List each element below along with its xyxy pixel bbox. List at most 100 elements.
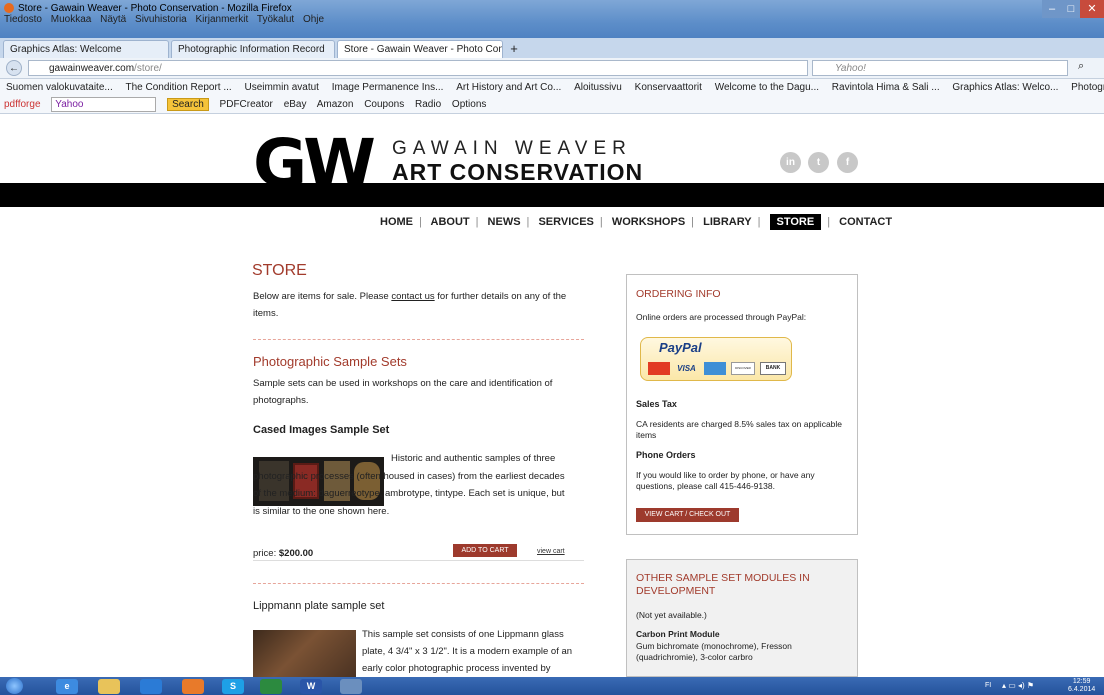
- twitter-icon[interactable]: t: [808, 152, 829, 173]
- new-tab-button[interactable]: +: [507, 41, 521, 56]
- paypal-badge[interactable]: PayPal VISA DISCOVER BANK: [640, 337, 792, 381]
- intro-text: Below are items for sale. Please contact…: [253, 291, 567, 319]
- nav-news[interactable]: NEWS: [488, 216, 521, 228]
- sales-tax-text: CA residents are charged 8.5% sales tax …: [636, 419, 843, 440]
- bookmark-item[interactable]: Graphics Atlas: Welco...: [952, 82, 1058, 93]
- clock-date: 6.4.2014: [1068, 686, 1096, 693]
- search-engine-label: Yahoo!: [835, 63, 866, 74]
- bookmark-item[interactable]: Art History and Art Co...: [456, 82, 561, 93]
- tab-store[interactable]: Store - Gawain Weaver - Photo Conse...: [337, 40, 503, 58]
- nav-services[interactable]: SERVICES: [538, 216, 593, 228]
- menu-item-edit[interactable]: Muokkaa: [51, 14, 92, 25]
- section-text: Sample sets can be used in workshops on …: [253, 378, 553, 406]
- view-cart-checkout-button[interactable]: VIEW CART / CHECK OUT: [636, 508, 739, 522]
- panel-note: (Not yet available.): [636, 610, 707, 620]
- menu-item-help[interactable]: Ohje: [303, 14, 324, 25]
- system-tray-icons[interactable]: ▴ ▭ ◂) ⚑: [1002, 681, 1034, 690]
- clock-time: 12:59: [1072, 678, 1091, 685]
- menu-item-history[interactable]: Sivuhistoria: [135, 14, 187, 25]
- tab-photographic-record[interactable]: Photographic Information Record: [171, 40, 335, 58]
- toolbar-item[interactable]: Coupons: [364, 99, 404, 110]
- window-title: Store - Gawain Weaver - Photo Conservati…: [18, 3, 292, 14]
- skype-icon[interactable]: S: [222, 679, 244, 694]
- panel-text: Online orders are processed through PayP…: [636, 312, 807, 322]
- site-navigation: HOME | ABOUT | NEWS | SERVICES | WORKSHOPS | …: [380, 214, 893, 230]
- back-button[interactable]: ←: [6, 60, 22, 76]
- pdfforge-logo: pdfforge: [4, 99, 41, 110]
- toolbar-item[interactable]: Radio: [415, 99, 441, 110]
- section-heading: Photographic Sample Sets: [253, 354, 407, 369]
- menu-bar: Tiedosto Muokkaa Näytä Sivuhistoria Kirj…: [4, 14, 404, 26]
- facebook-icon[interactable]: f: [837, 152, 858, 173]
- search-input[interactable]: Yahoo!: [812, 60, 1068, 76]
- bank-icon: BANK: [760, 362, 786, 375]
- logo-subtitle: ART CONSERVATION: [392, 159, 644, 185]
- snipping-tool-icon[interactable]: [340, 679, 362, 694]
- tab-label: Store - Gawain Weaver - Photo Conse...: [344, 44, 502, 55]
- firefox-icon: [4, 3, 14, 13]
- bookmark-item[interactable]: Useimmin avatut: [244, 82, 318, 93]
- item-description: Historic and authentic samples of three …: [253, 453, 565, 517]
- tab-label: Graphics Atlas: Welcome: [10, 44, 122, 55]
- bookmark-item[interactable]: Welcome to the Dagu...: [715, 82, 819, 93]
- excel-icon[interactable]: [260, 679, 282, 694]
- toolbar-item[interactable]: Options: [452, 99, 486, 110]
- item-title: Cased Images Sample Set: [253, 424, 390, 436]
- module-text: Gum bichromate (monochrome), Fresson (qu…: [636, 641, 792, 662]
- close-button[interactable]: ✕: [1080, 0, 1104, 18]
- menu-item-view[interactable]: Näytä: [100, 14, 126, 25]
- firefox-taskbar-icon[interactable]: [182, 679, 204, 694]
- nav-workshops[interactable]: WORKSHOPS: [612, 216, 685, 228]
- nav-home[interactable]: HOME: [380, 216, 413, 228]
- bookmark-item[interactable]: The Condition Report ...: [126, 82, 232, 93]
- yahoo-search-field[interactable]: Yahoo: [51, 96, 157, 112]
- bookmark-item[interactable]: Konservaattorit: [635, 82, 702, 93]
- phone-orders-text: If you would like to order by phone, or …: [636, 470, 815, 491]
- menu-item-tools[interactable]: Työkalut: [257, 14, 294, 25]
- minimize-button[interactable]: –: [1042, 0, 1062, 18]
- media-player-icon[interactable]: [140, 679, 162, 694]
- panel-heading: ORDERING INFO: [636, 288, 721, 300]
- url-bar[interactable]: gawainweaver.com/store/: [28, 60, 808, 76]
- divider: [253, 583, 584, 584]
- bookmark-item[interactable]: Image Permanence Ins...: [332, 82, 444, 93]
- menu-item-file[interactable]: Tiedosto: [4, 14, 42, 25]
- word-icon[interactable]: W: [300, 679, 322, 694]
- toolbar-item[interactable]: eBay: [284, 99, 307, 110]
- contact-link[interactable]: contact us: [391, 291, 434, 302]
- paypal-logo: PayPal: [659, 340, 702, 355]
- file-explorer-icon[interactable]: [98, 679, 120, 694]
- bookmark-item[interactable]: Suomen valokuvataite...: [6, 82, 113, 93]
- menu-item-bookmarks[interactable]: Kirjanmerkit: [196, 14, 249, 25]
- start-icon[interactable]: [6, 678, 23, 694]
- panel-heading: OTHER SAMPLE SET MODULES IN DEVELOPMENT: [636, 572, 810, 597]
- nav-store[interactable]: STORE: [769, 214, 822, 230]
- toolbar-item[interactable]: PDFCreator: [220, 99, 273, 110]
- url-host: gawainweaver.com: [49, 63, 135, 74]
- mastercard-icon: [648, 362, 670, 375]
- search-icon[interactable]: ⌕: [1078, 60, 1084, 73]
- nav-contact[interactable]: CONTACT: [839, 216, 892, 228]
- maximize-button[interactable]: □: [1062, 0, 1080, 18]
- linkedin-icon[interactable]: in: [780, 152, 801, 173]
- toolbar-search-button[interactable]: Search: [167, 98, 209, 111]
- toolbar-item[interactable]: Amazon: [317, 99, 354, 110]
- page-title: STORE: [252, 262, 307, 279]
- nav-about[interactable]: ABOUT: [431, 216, 470, 228]
- bookmark-item[interactable]: Aloitussivu: [574, 82, 622, 93]
- module-title: Carbon Print Module: [636, 629, 720, 639]
- addon-toolbar: pdfforge Yahoo Search PDFCreator eBay Am…: [0, 96, 1104, 114]
- bookmark-item[interactable]: Photograph Conservat...: [1071, 82, 1104, 93]
- language-indicator[interactable]: FI: [985, 682, 991, 689]
- nav-library[interactable]: LIBRARY: [703, 216, 751, 228]
- view-cart-link[interactable]: view cart: [537, 548, 565, 555]
- tab-label: Photographic Information Record: [178, 44, 325, 55]
- tab-graphics-atlas[interactable]: Graphics Atlas: Welcome: [3, 40, 169, 58]
- add-to-cart-button[interactable]: ADD TO CART: [453, 544, 517, 557]
- clock[interactable]: 12:59 6.4.2014: [1068, 678, 1095, 694]
- bookmark-item[interactable]: Ravintola Hima & Sali ...: [832, 82, 940, 93]
- visa-icon: VISA: [677, 364, 696, 373]
- internet-explorer-icon[interactable]: e: [56, 679, 78, 694]
- logo-name: GAWAIN WEAVER: [392, 138, 632, 159]
- url-path: /store/: [134, 63, 162, 74]
